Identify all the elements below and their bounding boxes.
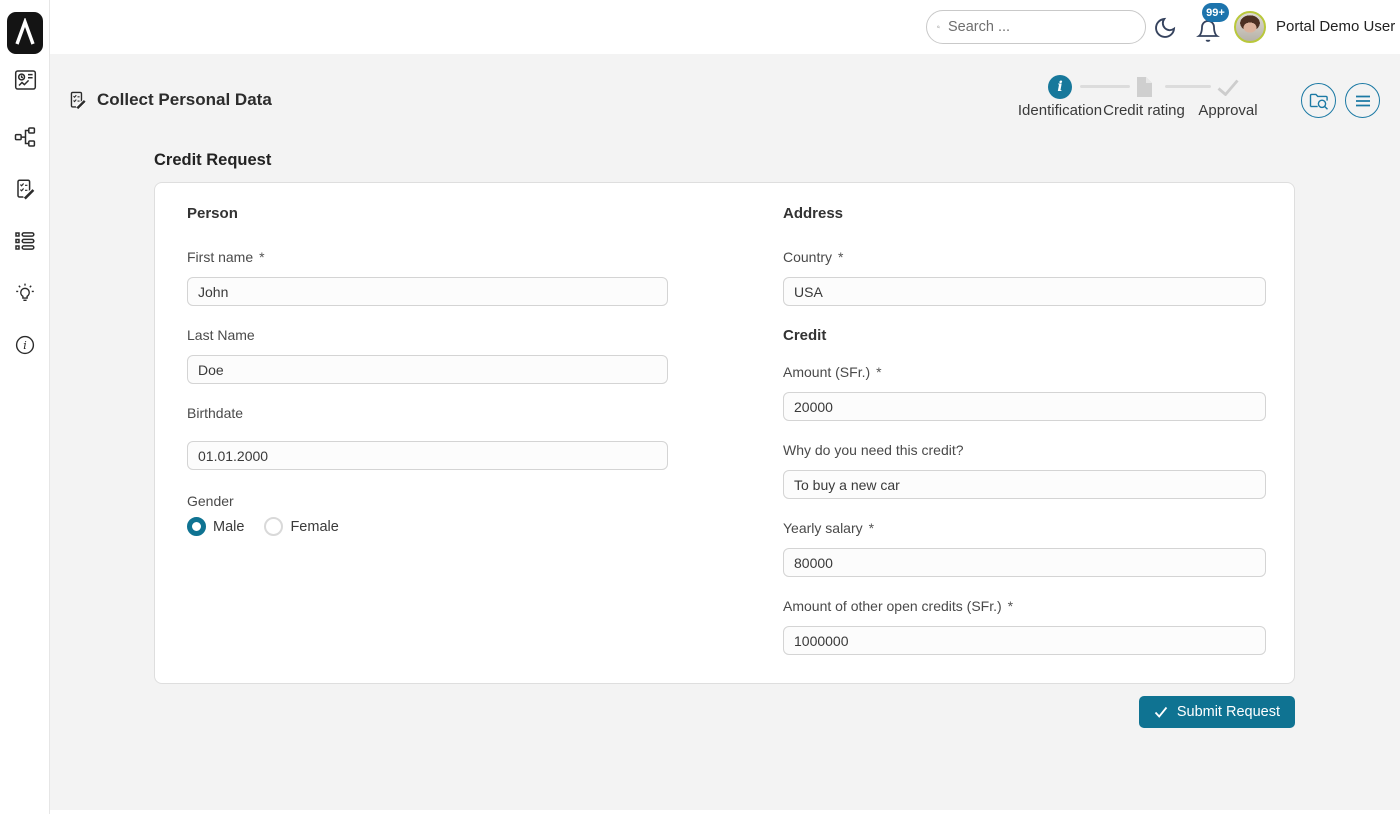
birthdate-input[interactable] — [187, 441, 668, 470]
submit-request-label: Submit Request — [1176, 704, 1280, 720]
birthdate-label: Birthdate — [187, 405, 244, 421]
search-icon — [937, 25, 940, 29]
required-mark: * — [876, 364, 882, 380]
bell-icon — [1196, 20, 1220, 42]
gender-option-female[interactable]: Female — [264, 517, 339, 536]
user-avatar[interactable] — [1234, 11, 1266, 43]
info-circle-icon: i — [1048, 75, 1072, 99]
yearly-salary-label: Yearly salary * — [783, 520, 875, 536]
sidebar-item-cases[interactable] — [12, 228, 38, 254]
dashboard-icon — [14, 70, 36, 90]
amount-input[interactable] — [783, 392, 1266, 421]
page-title: Collect Personal Data — [97, 90, 272, 109]
radio-label: Female — [290, 518, 339, 535]
gender-label: Gender — [187, 493, 234, 509]
submit-request-button[interactable]: Submit Request — [1138, 696, 1295, 728]
radio-selected-icon[interactable] — [187, 517, 206, 536]
dark-mode-toggle[interactable] — [1150, 13, 1180, 43]
sidebar-item-tasks[interactable] — [12, 176, 38, 202]
lightbulb-icon — [16, 283, 34, 301]
sidebar-item-processes[interactable] — [12, 124, 38, 150]
check-icon — [1217, 79, 1239, 96]
last-name-label: Last Name — [187, 327, 255, 343]
case-list-icon — [15, 232, 35, 250]
first-name-label: First name * — [187, 249, 265, 265]
global-search[interactable] — [926, 10, 1146, 44]
user-name[interactable]: Portal Demo User — [1276, 18, 1395, 35]
svg-text:i: i — [23, 338, 27, 352]
required-mark: * — [259, 249, 265, 265]
main-content-area: Collect Personal Data i Identification C… — [50, 54, 1400, 810]
case-menu-button[interactable] — [1345, 83, 1380, 118]
required-mark: * — [1007, 598, 1014, 614]
section-heading-address: Address — [783, 205, 844, 222]
first-name-input[interactable] — [187, 277, 668, 306]
sidebar-item-announcement[interactable] — [12, 280, 38, 306]
info-icon: i — [15, 335, 35, 355]
section-heading-person: Person — [187, 205, 238, 222]
credit-reason-input[interactable] — [783, 470, 1266, 499]
credit-reason-label: Why do you need this credit? — [783, 442, 964, 458]
sidebar-item-dashboard[interactable] — [12, 67, 38, 93]
required-mark: * — [838, 249, 844, 265]
step-approval: Approval — [1173, 74, 1283, 119]
hamburger-menu-icon — [1355, 95, 1370, 106]
folder-search-icon — [1309, 93, 1328, 110]
gender-option-male[interactable]: Male — [187, 517, 244, 536]
moon-icon — [1155, 17, 1176, 38]
other-credits-label: Amount of other open credits (SFr.) * — [783, 598, 1014, 614]
amount-label: Amount (SFr.) * — [783, 364, 882, 380]
notification-count-badge: 99+ — [1202, 3, 1229, 22]
last-name-input[interactable] — [187, 355, 668, 384]
credit-request-card: Person First name* Last Name Birthdate G… — [154, 182, 1295, 684]
yearly-salary-input[interactable] — [783, 548, 1266, 577]
gender-radio-group: Male Female — [187, 517, 339, 536]
required-mark: * — [868, 520, 875, 536]
task-document-icon — [70, 91, 87, 110]
country-input[interactable] — [783, 277, 1266, 306]
lambda-logo-icon — [15, 18, 35, 45]
process-hierarchy-icon — [14, 127, 36, 147]
step-label: Approval — [1198, 102, 1258, 119]
check-icon — [1154, 706, 1168, 718]
country-label: Country * — [783, 249, 844, 265]
topbar: 99+ Portal Demo User — [50, 0, 1400, 54]
form-title: Credit Request — [154, 151, 272, 169]
tasks-icon — [17, 179, 36, 200]
app-window: i 99+ Portal Demo User — [0, 0, 1400, 814]
process-viewer-button[interactable] — [1301, 83, 1336, 118]
section-heading-credit: Credit — [783, 327, 827, 344]
radio-unselected-icon[interactable] — [264, 517, 284, 536]
sidebar-item-about[interactable]: i — [12, 332, 38, 358]
other-credits-input[interactable] — [783, 626, 1266, 655]
search-input[interactable] — [948, 19, 1135, 35]
sidebar: i — [0, 0, 50, 814]
radio-label: Male — [213, 518, 245, 535]
file-icon — [1137, 77, 1152, 97]
task-title: Collect Personal Data — [68, 90, 272, 110]
app-logo[interactable] — [7, 12, 43, 54]
